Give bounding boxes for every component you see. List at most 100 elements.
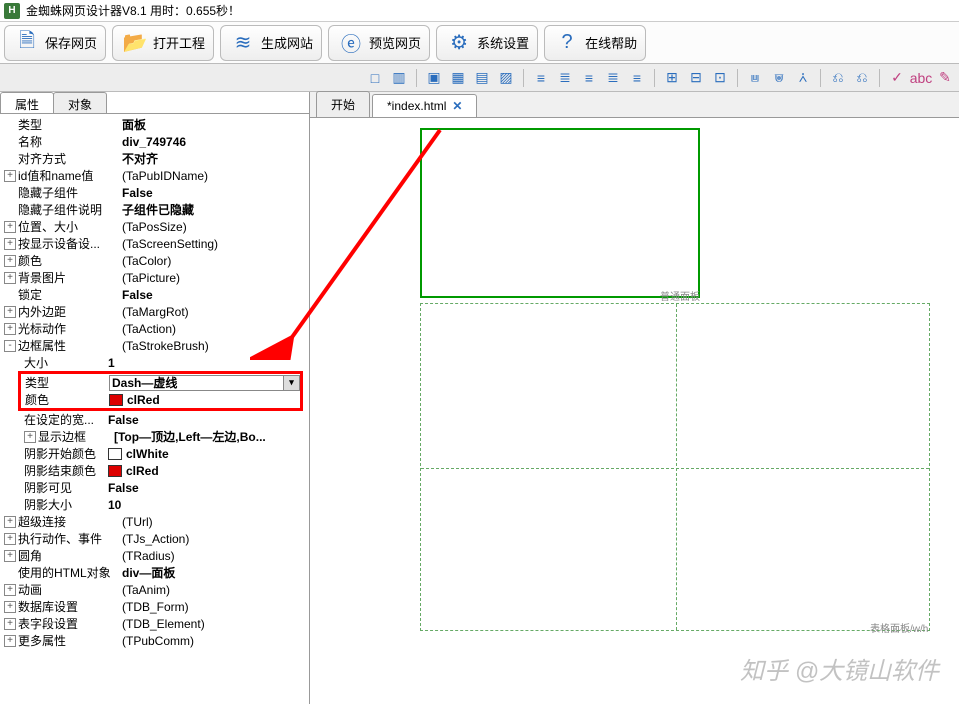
mini-toolbar-button-11[interactable]: ≣	[603, 68, 623, 88]
tab-start[interactable]: 开始	[316, 91, 370, 117]
separator	[654, 69, 655, 87]
toolbar-button-2[interactable]: ≋生成网站	[220, 25, 322, 61]
prop-value: (TRadius)	[122, 549, 309, 563]
prop-row[interactable]: 类型面板	[0, 116, 309, 133]
border-type-dropdown[interactable]: ▾	[109, 375, 300, 391]
prop-shadow-end[interactable]: 阴影结束颜色 clRed	[0, 462, 309, 479]
mini-toolbar-button-10[interactable]: ≡	[579, 68, 599, 88]
close-icon[interactable]: ✕	[452, 99, 462, 113]
tab-index-html[interactable]: *index.html ✕	[372, 94, 477, 117]
prop-preset-width[interactable]: 在设定的宽... False	[0, 411, 309, 428]
mini-toolbar-button-4[interactable]: ▦	[448, 68, 468, 88]
mini-toolbar-button-9[interactable]: ≣	[555, 68, 575, 88]
prop-border-type[interactable]: 类型 ▾	[21, 374, 300, 391]
canvas-panel-selected[interactable]	[420, 128, 700, 298]
tab-objects[interactable]: 对象	[53, 92, 107, 113]
prop-name: 光标动作	[18, 320, 122, 337]
grid-hline	[421, 468, 929, 469]
prop-row[interactable]: +位置、大小(TaPosSize)	[0, 218, 309, 235]
prop-row[interactable]: +表字段设置(TDB_Element)	[0, 615, 309, 632]
expand-icon[interactable]: +	[24, 431, 36, 443]
prop-name: 圆角	[18, 547, 122, 564]
mini-toolbar-button-19[interactable]: ⩐	[769, 68, 789, 88]
prop-border-size[interactable]: 大小 1	[0, 354, 309, 371]
prop-row[interactable]: 名称div_749746	[0, 133, 309, 150]
expand-icon[interactable]: +	[4, 170, 16, 182]
prop-row[interactable]: 隐藏子组件说明子组件已隐藏	[0, 201, 309, 218]
expand-icon[interactable]: +	[4, 255, 16, 267]
expand-icon[interactable]: +	[4, 550, 16, 562]
prop-value: (TaPubIDName)	[122, 169, 309, 183]
prop-row[interactable]: +超级连接(TUrl)	[0, 513, 309, 530]
prop-row[interactable]: +动画(TaAnim)	[0, 581, 309, 598]
prop-row[interactable]: +数据库设置(TDB_Form)	[0, 598, 309, 615]
prop-name: 表字段设置	[18, 615, 122, 632]
expand-icon[interactable]: -	[4, 340, 16, 352]
expand-icon[interactable]: +	[4, 584, 16, 596]
mini-toolbar-button-5[interactable]: ▤	[472, 68, 492, 88]
toolbar-icon: ≋	[229, 29, 257, 57]
prop-name: 更多属性	[18, 632, 122, 649]
prop-row[interactable]: +光标动作(TaAction)	[0, 320, 309, 337]
prop-row[interactable]: +按显示设备设...(TaScreenSetting)	[0, 235, 309, 252]
expand-icon[interactable]: +	[4, 516, 16, 528]
mini-toolbar-button-6[interactable]: ▨	[496, 68, 516, 88]
design-canvas[interactable]: 普通面板 表格面板/w/h	[310, 118, 959, 704]
border-type-input[interactable]	[110, 376, 283, 390]
expand-icon[interactable]: +	[4, 618, 16, 630]
prop-row[interactable]: 使用的HTML对象div—面板	[0, 564, 309, 581]
mini-toolbar-button-12[interactable]: ≡	[627, 68, 647, 88]
prop-show-border[interactable]: + 显示边框 [Top—顶边,Left—左边,Bo...	[0, 428, 309, 445]
mini-toolbar-button-23[interactable]: ⎌	[852, 68, 872, 88]
toolbar-icon: 📂	[121, 29, 149, 57]
prop-row[interactable]: +背景图片(TaPicture)	[0, 269, 309, 286]
prop-row[interactable]: 锁定False	[0, 286, 309, 303]
tab-attributes[interactable]: 属性	[0, 92, 54, 113]
prop-row[interactable]: -边框属性(TaStrokeBrush)	[0, 337, 309, 354]
toolbar-button-5[interactable]: ?在线帮助	[544, 25, 646, 61]
toolbar-button-0[interactable]: 🗎保存网页	[4, 25, 106, 61]
prop-row[interactable]: +内外边距(TaMargRot)	[0, 303, 309, 320]
canvas-grid-panel[interactable]	[420, 303, 930, 631]
mini-toolbar-button-26[interactable]: abc	[911, 68, 931, 88]
prop-row[interactable]: +颜色(TaColor)	[0, 252, 309, 269]
toolbar-label: 系统设置	[477, 33, 529, 52]
mini-toolbar-button-22[interactable]: ⎌	[828, 68, 848, 88]
prop-row[interactable]: +更多属性(TPubComm)	[0, 632, 309, 649]
mini-toolbar-button-15[interactable]: ⊟	[686, 68, 706, 88]
toolbar-button-4[interactable]: ⚙系统设置	[436, 25, 538, 61]
mini-toolbar-button-18[interactable]: ⩏	[745, 68, 765, 88]
prop-row[interactable]: +id值和name值(TaPubIDName)	[0, 167, 309, 184]
expand-icon[interactable]: +	[4, 221, 16, 233]
toolbar-button-3[interactable]: ⓔ预览网页	[328, 25, 430, 61]
mini-toolbar-button-20[interactable]: ⩑	[793, 68, 813, 88]
prop-border-color[interactable]: 颜色 clRed	[21, 391, 300, 408]
prop-shadow-start[interactable]: 阴影开始颜色 clWhite	[0, 445, 309, 462]
dropdown-arrow-icon[interactable]: ▾	[283, 376, 299, 390]
prop-row[interactable]: 对齐方式不对齐	[0, 150, 309, 167]
prop-row[interactable]: +圆角(TRadius)	[0, 547, 309, 564]
prop-value: False	[122, 288, 309, 302]
expand-icon[interactable]: +	[4, 306, 16, 318]
mini-toolbar-button-0[interactable]: □	[365, 68, 385, 88]
expand-icon[interactable]: +	[4, 533, 16, 545]
mini-toolbar-button-3[interactable]: ▣	[424, 68, 444, 88]
mini-toolbar-button-27[interactable]: ✎	[935, 68, 955, 88]
prop-shadow-size[interactable]: 阴影大小 10	[0, 496, 309, 513]
prop-row[interactable]: +执行动作、事件(TJs_Action)	[0, 530, 309, 547]
prop-value: div_749746	[122, 135, 309, 149]
expand-icon[interactable]: +	[4, 323, 16, 335]
toolbar-button-1[interactable]: 📂打开工程	[112, 25, 214, 61]
mini-toolbar-button-25[interactable]: ✓	[887, 68, 907, 88]
expand-icon[interactable]: +	[4, 635, 16, 647]
mini-toolbar-button-8[interactable]: ≡	[531, 68, 551, 88]
mini-toolbar-button-16[interactable]: ⊡	[710, 68, 730, 88]
prop-row[interactable]: 隐藏子组件False	[0, 184, 309, 201]
prop-value: 不对齐	[122, 150, 309, 167]
prop-shadow-visible[interactable]: 阴影可见 False	[0, 479, 309, 496]
expand-icon[interactable]: +	[4, 601, 16, 613]
expand-icon[interactable]: +	[4, 238, 16, 250]
expand-icon[interactable]: +	[4, 272, 16, 284]
mini-toolbar-button-1[interactable]: ▥	[389, 68, 409, 88]
mini-toolbar-button-14[interactable]: ⊞	[662, 68, 682, 88]
